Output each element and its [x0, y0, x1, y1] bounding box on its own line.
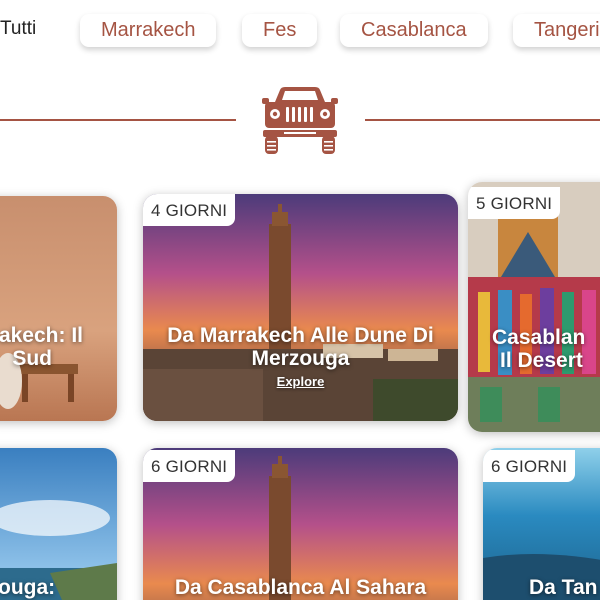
jeep-icon — [262, 87, 338, 154]
tour-card[interactable]: ouga: — [0, 448, 117, 600]
destination-filter-bar: Tutti Marrakech Fes Casablanca Tangeri — [0, 0, 600, 60]
explore-link[interactable]: Explore — [143, 374, 458, 389]
divider-line-right — [365, 119, 600, 121]
tour-card-title: Da Marrakech Alle Dune Di Merzouga — [167, 324, 434, 370]
tour-card-image — [0, 196, 117, 421]
tour-card[interactable]: 6 GIORNI Da Tan — [483, 448, 600, 600]
tour-card[interactable]: 4 GIORNI Da Marrakech Alle Dune Di Merzo… — [143, 194, 458, 421]
filter-tab-marrakech[interactable]: Marrakech — [80, 14, 217, 47]
tour-card[interactable]: 6 GIORNI Da Casablanca Al Sahara — [143, 448, 458, 600]
duration-badge: 6 GIORNI — [143, 450, 236, 482]
tour-card[interactable]: akech: Il Sud — [0, 196, 117, 421]
tour-card-title: akech: Il Sud — [0, 324, 83, 370]
duration-badge: 4 GIORNI — [143, 194, 236, 226]
tour-card-title: Casablan Il Desert — [492, 326, 586, 372]
tour-card-title: Da Tan — [529, 576, 598, 599]
tour-card-title: ouga: — [0, 576, 56, 599]
duration-badge: 5 GIORNI — [468, 187, 561, 219]
filter-tab-fes[interactable]: Fes — [242, 14, 318, 47]
duration-badge: 6 GIORNI — [483, 450, 576, 482]
tour-card[interactable]: 5 GIORNI Casablan Il Desert — [468, 182, 600, 432]
filter-tab-all[interactable]: Tutti — [0, 18, 36, 40]
divider-line-left — [0, 119, 236, 121]
filter-tab-casablanca[interactable]: Casablanca — [340, 14, 488, 47]
tour-card-title: Da Casablanca Al Sahara — [174, 576, 427, 599]
tour-card-image — [468, 182, 600, 432]
filter-tab-tangeri[interactable]: Tangeri — [513, 14, 600, 47]
